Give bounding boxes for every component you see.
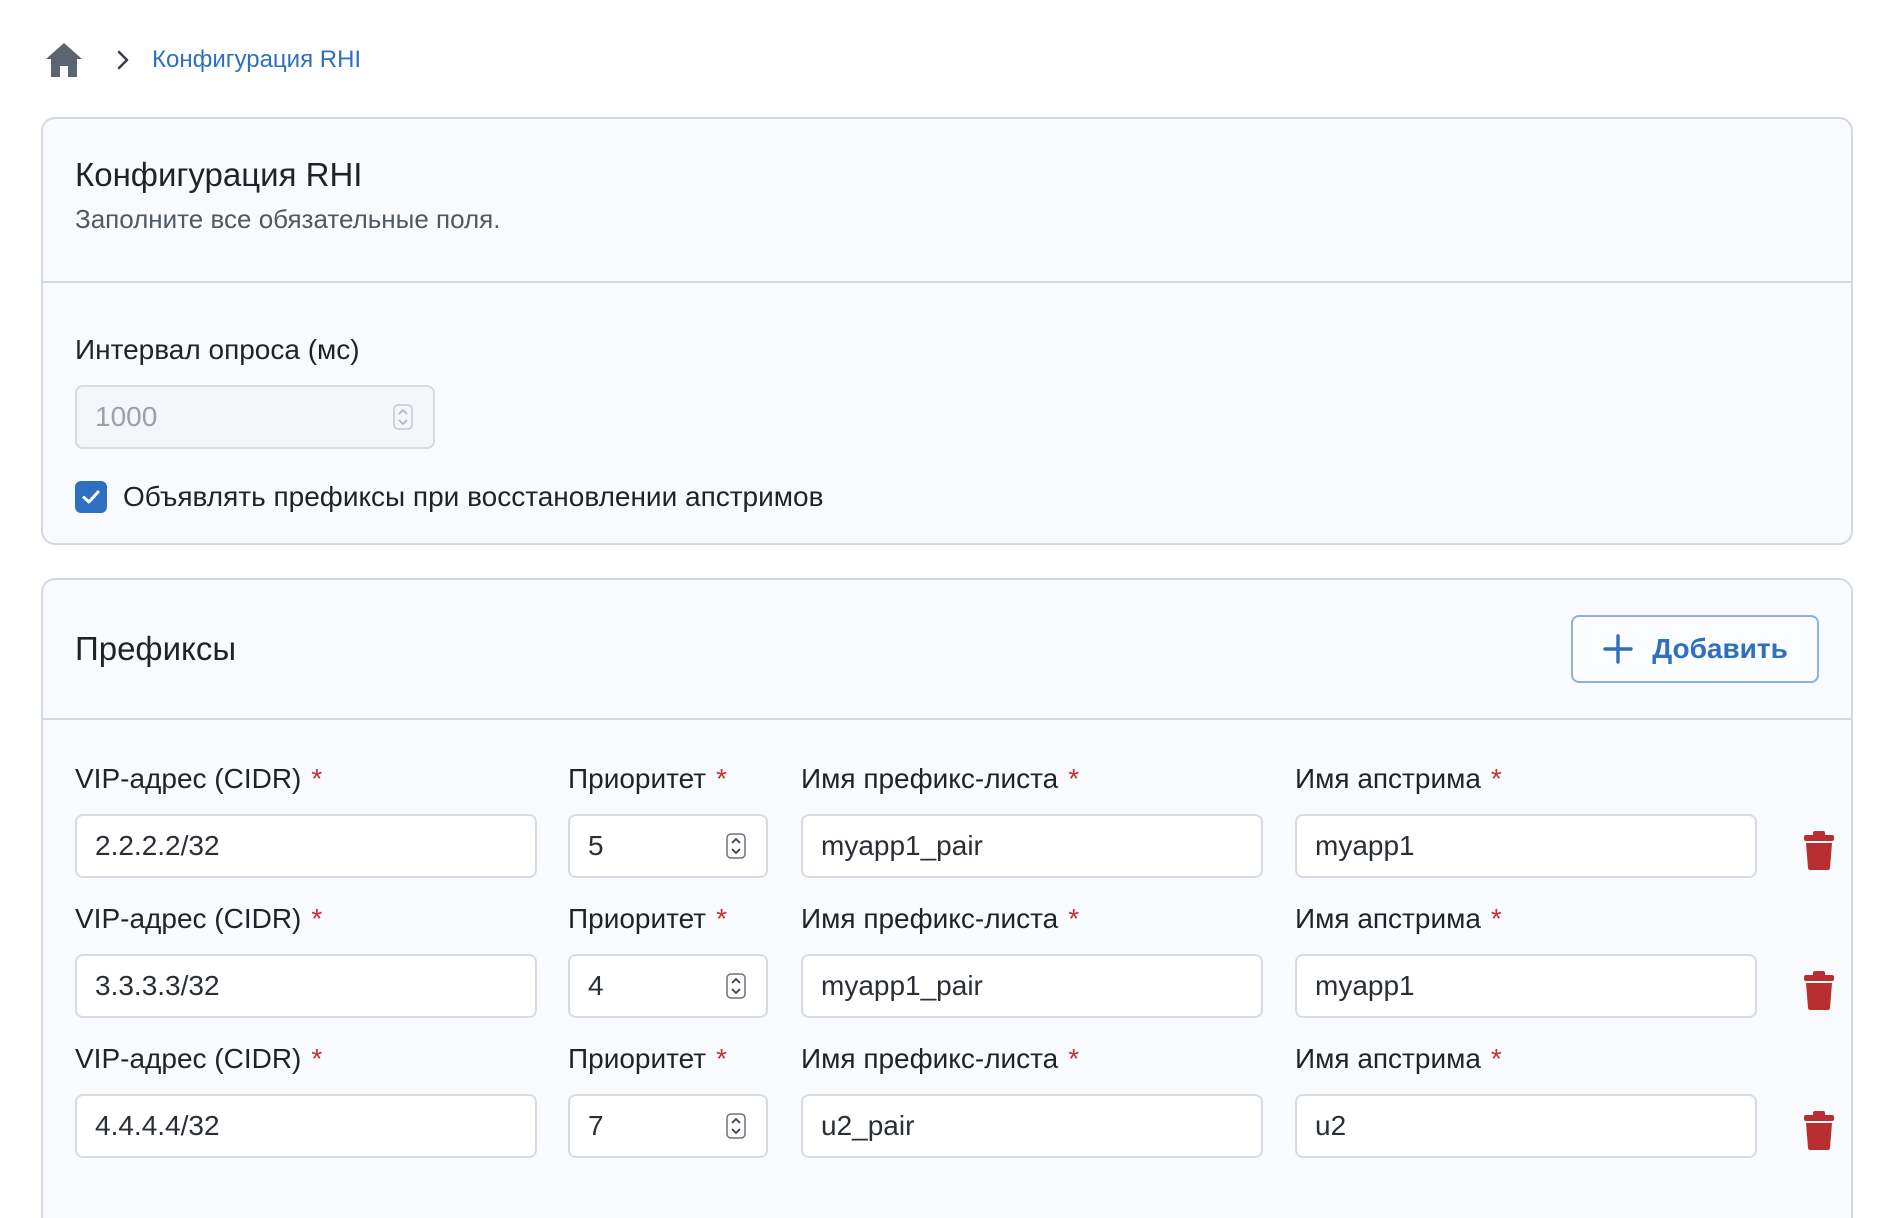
required-mark: * <box>1068 903 1080 934</box>
prefix-list-label: Имя префикс-листа * <box>801 903 1080 934</box>
required-mark: * <box>311 763 323 794</box>
interval-input[interactable]: 1000 <box>75 385 435 449</box>
checkmark-icon <box>82 490 100 504</box>
number-spinner-icon[interactable] <box>726 973 746 999</box>
priority-value: 5 <box>588 830 604 861</box>
config-panel-body: Интервал опроса (мс) 1000 Объявлять преф… <box>43 283 1851 513</box>
priority-field: Приоритет * 4 <box>568 902 768 1018</box>
priority-input[interactable]: 4 <box>568 954 768 1018</box>
prefix-list-field: Имя префикс-листа * myapp1_pair <box>801 762 1263 878</box>
upstream-label: Имя апстрима * <box>1295 1043 1502 1074</box>
announce-checkbox-row[interactable]: Объявлять префиксы при восстановлении ап… <box>75 481 1819 513</box>
number-spinner-icon[interactable] <box>726 1113 746 1139</box>
upstream-value: myapp1 <box>1315 970 1415 1001</box>
prefix-list-input[interactable]: myapp1_pair <box>801 814 1263 878</box>
config-panel-header: Конфигурация RHI Заполните все обязатель… <box>43 119 1851 283</box>
required-mark: * <box>1490 1043 1502 1074</box>
upstream-value: myapp1 <box>1315 830 1415 861</box>
interval-label: Интервал опроса (мс) <box>75 334 360 365</box>
upstream-field: Имя апстрима * myapp1 <box>1295 902 1757 1018</box>
required-mark: * <box>311 1043 323 1074</box>
config-panel: Конфигурация RHI Заполните все обязатель… <box>41 117 1853 545</box>
priority-field: Приоритет * 5 <box>568 762 768 878</box>
breadcrumb-current-link[interactable]: Конфигурация RHI <box>152 46 361 74</box>
priority-label: Приоритет * <box>568 763 728 794</box>
prefix-list-value: u2_pair <box>821 1110 915 1141</box>
upstream-value: u2 <box>1315 1110 1347 1141</box>
priority-value: 4 <box>588 970 604 1001</box>
required-mark: * <box>1490 763 1502 794</box>
vip-field: VIP-адрес (CIDR) * 3.3.3.3/32 <box>75 902 537 1018</box>
vip-value: 4.4.4.4/32 <box>95 1110 220 1141</box>
prefix-list-field: Имя префикс-листа * myapp1_pair <box>801 902 1263 1018</box>
interval-placeholder: 1000 <box>95 401 158 432</box>
upstream-input[interactable]: u2 <box>1295 1094 1757 1158</box>
upstream-label: Имя апстрима * <box>1295 903 1502 934</box>
vip-field: VIP-адрес (CIDR) * 2.2.2.2/32 <box>75 762 537 878</box>
prefixes-panel-header: Префиксы Добавить <box>43 580 1851 720</box>
priority-input[interactable]: 7 <box>568 1094 768 1158</box>
prefixes-panel: Префиксы Добавить VIP-адрес (CIDR) * 2.2.… <box>41 578 1853 1218</box>
prefix-row: VIP-адрес (CIDR) * 3.3.3.3/32 Приоритет * … <box>43 902 1851 1042</box>
prefix-list-input[interactable]: myapp1_pair <box>801 954 1263 1018</box>
vip-label: VIP-адрес (CIDR) * <box>75 763 323 794</box>
plus-icon <box>1603 634 1633 664</box>
prefix-list-label: Имя префикс-листа * <box>801 763 1080 794</box>
required-mark: * <box>1490 903 1502 934</box>
priority-label: Приоритет * <box>568 903 728 934</box>
announce-checkbox-label: Объявлять префиксы при восстановлении ап… <box>123 481 824 512</box>
prefix-list-label: Имя префикс-листа * <box>801 1043 1080 1074</box>
required-mark: * <box>311 903 323 934</box>
config-title: Конфигурация RHI <box>75 156 363 193</box>
trash-icon <box>1804 971 1834 1010</box>
vip-input[interactable]: 4.4.4.4/32 <box>75 1094 537 1158</box>
upstream-input[interactable]: myapp1 <box>1295 954 1757 1018</box>
prefix-row: VIP-адрес (CIDR) * 4.4.4.4/32 Приоритет * … <box>43 1042 1851 1182</box>
number-spinner-icon[interactable] <box>726 833 746 859</box>
number-spinner-icon[interactable] <box>393 404 413 430</box>
add-prefix-label: Добавить <box>1652 633 1788 664</box>
vip-label: VIP-адрес (CIDR) * <box>75 1043 323 1074</box>
prefixes-title: Префиксы <box>75 630 237 667</box>
prefix-list-input[interactable]: u2_pair <box>801 1094 1263 1158</box>
config-subtitle: Заполните все обязательные поля. <box>75 204 501 234</box>
announce-checkbox[interactable] <box>75 481 107 513</box>
required-mark: * <box>716 763 728 794</box>
upstream-field: Имя апстрима * myapp1 <box>1295 762 1757 878</box>
upstream-input[interactable]: myapp1 <box>1295 814 1757 878</box>
priority-label: Приоритет * <box>568 1043 728 1074</box>
prefix-list-field: Имя префикс-листа * u2_pair <box>801 1042 1263 1158</box>
add-prefix-button[interactable]: Добавить <box>1571 615 1819 683</box>
delete-row-button[interactable] <box>1804 830 1834 870</box>
trash-icon <box>1804 1111 1834 1150</box>
vip-input[interactable]: 3.3.3.3/32 <box>75 954 537 1018</box>
required-mark: * <box>1068 1043 1080 1074</box>
required-mark: * <box>1068 763 1080 794</box>
delete-row-button[interactable] <box>1804 970 1834 1010</box>
upstream-field: Имя апстрима * u2 <box>1295 1042 1757 1158</box>
vip-value: 3.3.3.3/32 <box>95 970 220 1001</box>
trash-icon <box>1804 831 1834 870</box>
prefix-row: VIP-адрес (CIDR) * 2.2.2.2/32 Приоритет * … <box>43 762 1851 902</box>
prefix-list-value: myapp1_pair <box>821 970 983 1001</box>
priority-field: Приоритет * 7 <box>568 1042 768 1158</box>
vip-field: VIP-адрес (CIDR) * 4.4.4.4/32 <box>75 1042 537 1158</box>
required-mark: * <box>716 1043 728 1074</box>
required-mark: * <box>716 903 728 934</box>
vip-value: 2.2.2.2/32 <box>95 830 220 861</box>
chevron-right-icon <box>117 50 129 70</box>
breadcrumb: Конфигурация RHI <box>44 40 361 80</box>
upstream-label: Имя апстрима * <box>1295 763 1502 794</box>
priority-input[interactable]: 5 <box>568 814 768 878</box>
vip-input[interactable]: 2.2.2.2/32 <box>75 814 537 878</box>
prefix-list-value: myapp1_pair <box>821 830 983 861</box>
home-icon[interactable] <box>44 41 84 79</box>
delete-row-button[interactable] <box>1804 1110 1834 1150</box>
priority-value: 7 <box>588 1110 604 1141</box>
vip-label: VIP-адрес (CIDR) * <box>75 903 323 934</box>
